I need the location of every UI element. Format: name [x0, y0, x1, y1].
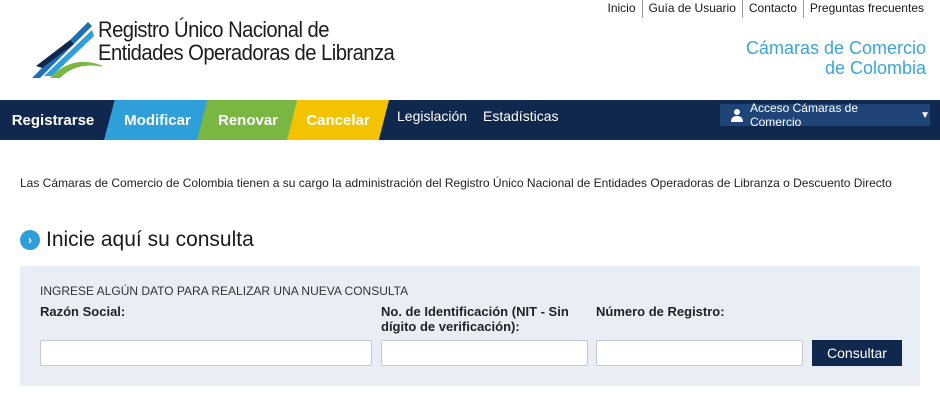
link-guia-usuario[interactable]: Guía de Usuario: [641, 0, 742, 18]
logo-icon: [32, 22, 102, 78]
main-nav: Registrarse Modificar Renovar Cancelar L…: [0, 100, 940, 140]
intro-text: Las Cámaras de Comercio de Colombia tien…: [20, 176, 892, 190]
search-form: INGRESE ALGÚN DATO PARA REALIZAR UNA NUE…: [20, 266, 920, 386]
caret-down-icon: ▼: [920, 109, 930, 121]
numero-registro-input[interactable]: [596, 340, 803, 366]
nav-legislacion[interactable]: Legislación: [397, 100, 467, 132]
numero-registro-label: Número de Registro:: [596, 304, 725, 319]
link-contacto[interactable]: Contacto: [741, 0, 803, 18]
nav-cancelar[interactable]: Cancelar: [287, 100, 389, 140]
acceso-label: Acceso Cámaras de Comercio: [749, 101, 858, 129]
nav-modificar[interactable]: Modificar: [104, 100, 211, 140]
nav-registrarse[interactable]: Registrarse: [0, 100, 118, 140]
razon-social-input[interactable]: [40, 340, 372, 366]
user-icon: [730, 109, 743, 122]
top-links: Inicio Guía de Usuario Contacto Pregunta…: [601, 0, 930, 18]
camaras-title: Cámaras de Comercio de Colombia: [745, 38, 926, 78]
page-title: Inicie aquí su consulta: [46, 228, 254, 251]
logo-title: Registro Único Nacional de Entidades Ope…: [98, 17, 395, 65]
nit-label: No. de Identificación (NIT - Sin dígito …: [381, 304, 569, 334]
link-inicio[interactable]: Inicio: [601, 0, 641, 18]
form-legend: INGRESE ALGÚN DATO PARA REALIZAR UNA NUE…: [40, 284, 409, 298]
site-logo[interactable]: Registro Único Nacional de Entidades Ope…: [30, 18, 430, 82]
razon-social-label: Razón Social:: [40, 304, 126, 319]
acceso-camaras-dropdown[interactable]: Acceso Cámaras de Comercio ▼: [720, 101, 930, 129]
nav-renovar[interactable]: Renovar: [197, 100, 299, 140]
consultar-button[interactable]: Consultar: [812, 340, 902, 366]
section-heading: › Inicie aquí su consulta: [20, 228, 254, 252]
nit-input[interactable]: [381, 340, 588, 366]
link-preguntas-frecuentes[interactable]: Preguntas frecuentes: [802, 0, 930, 18]
nav-estadisticas[interactable]: Estadísticas: [483, 100, 558, 132]
chevron-right-icon: ›: [20, 230, 40, 250]
